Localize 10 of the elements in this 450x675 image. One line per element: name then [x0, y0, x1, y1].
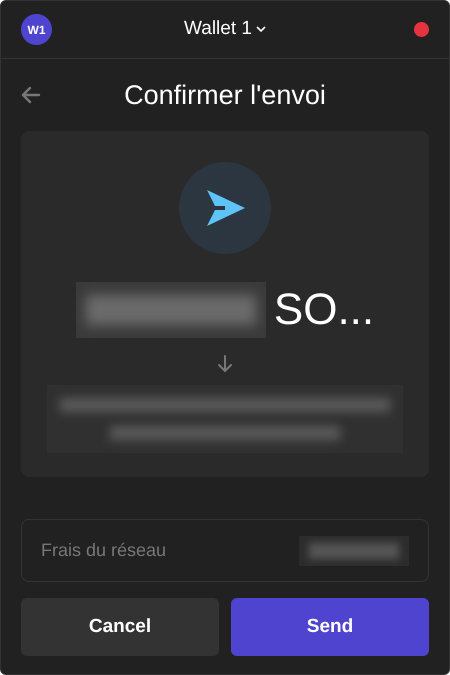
fee-label: Frais du réseau: [41, 539, 166, 562]
cancel-button[interactable]: Cancel: [21, 598, 219, 656]
page-title: Confirmer l'envoi: [123, 78, 327, 112]
chevron-down-icon: [256, 26, 266, 33]
amount-suffix: SO...: [274, 284, 374, 336]
wallet-selector[interactable]: Wallet 1: [184, 15, 266, 44]
arrow-down-icon: [218, 355, 232, 373]
back-arrow-icon[interactable]: [21, 85, 41, 105]
send-button[interactable]: Send: [231, 598, 429, 656]
wallet-avatar[interactable]: W1: [21, 14, 52, 45]
